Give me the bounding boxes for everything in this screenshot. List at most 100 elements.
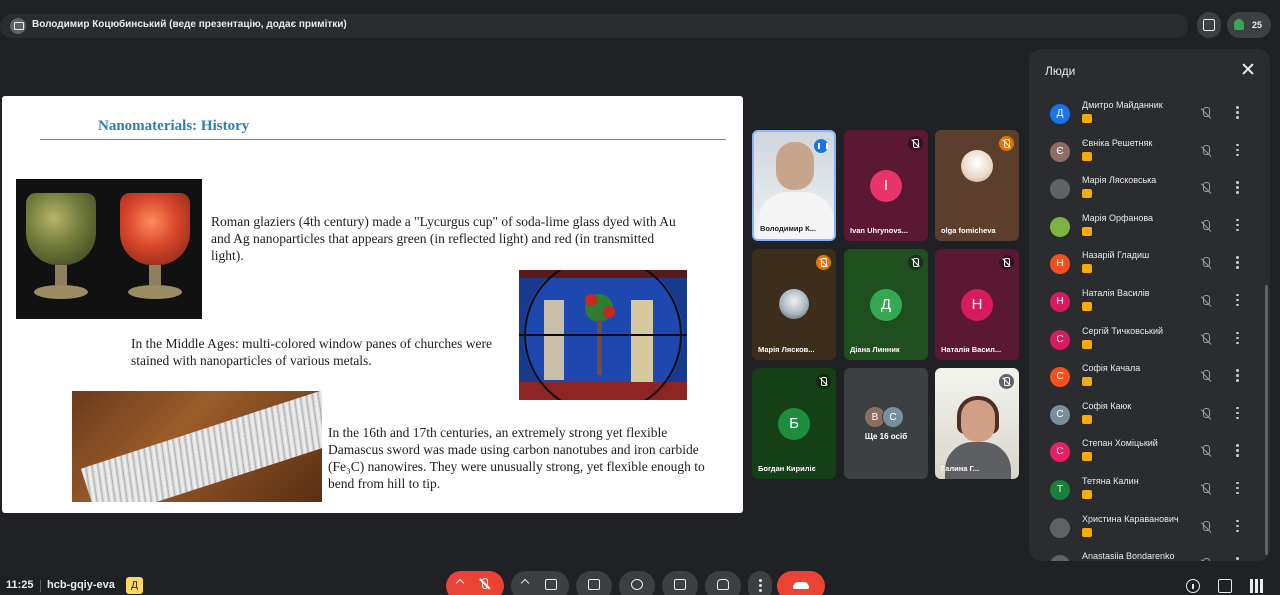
notes-badge-icon — [1082, 527, 1092, 537]
more-participants-label: Ще 16 осіб — [864, 432, 908, 441]
activities-icon[interactable] — [1250, 579, 1264, 593]
red-cup — [116, 193, 194, 305]
mic-off-icon[interactable] — [1200, 370, 1212, 383]
list-item[interactable]: С Софія Каюк — [1029, 396, 1270, 434]
notes-badge-icon — [1082, 377, 1092, 387]
mic-off-icon[interactable] — [1200, 257, 1212, 270]
avatar: Д — [870, 289, 902, 321]
list-item[interactable]: Є Євніка Решетняк — [1029, 133, 1270, 171]
participant-tile[interactable]: Марія Лясков... — [752, 249, 836, 360]
list-item[interactable]: Н Назарій Гладиш — [1029, 245, 1270, 283]
mic-off-icon[interactable] — [1200, 144, 1212, 158]
more-vert-icon[interactable] — [1235, 331, 1239, 346]
present-button[interactable] — [576, 571, 612, 595]
list-item[interactable]: Марія Лясковська — [1029, 170, 1270, 208]
list-item[interactable]: Д Дмитро Майданник — [1029, 95, 1270, 133]
participant-tile[interactable]: Б Богдан Кириліє — [752, 368, 836, 479]
microphone-button[interactable] — [446, 571, 504, 595]
more-vert-icon[interactable] — [1235, 481, 1239, 496]
list-item[interactable]: Н Наталія Василів — [1029, 283, 1270, 321]
mic-off-icon[interactable] — [1200, 219, 1212, 233]
more-vert-icon[interactable] — [1235, 143, 1239, 158]
participants-button[interactable]: 25 — [1227, 12, 1271, 38]
participant-count: 25 — [1252, 20, 1263, 30]
participant-name: Дмитро Майданник — [1082, 100, 1163, 110]
panel-title: Люди — [1045, 64, 1076, 78]
more-options-button[interactable] — [748, 571, 772, 595]
hand-icon — [717, 579, 729, 590]
participant-name: Богдан Кириліє — [758, 464, 816, 473]
notes-badge-icon — [1082, 489, 1092, 499]
reactions-button[interactable] — [619, 571, 655, 595]
more-vert-icon[interactable] — [1235, 444, 1239, 458]
list-item[interactable]: С Софія Качала — [1029, 358, 1270, 396]
chat-icon[interactable] — [1218, 579, 1232, 593]
list-item[interactable]: С Сергій Тичковський — [1029, 321, 1270, 359]
mic-off-icon[interactable] — [1200, 520, 1212, 534]
more-vert-icon[interactable] — [1235, 519, 1239, 534]
participant-name: Христина Караванович — [1082, 513, 1179, 524]
more-vert-icon[interactable] — [1235, 406, 1239, 421]
hang-up-icon — [793, 582, 809, 589]
avatar — [1050, 179, 1070, 200]
participant-name: Сергій Тичковський — [1082, 325, 1164, 336]
participant-name: Anastasiia Bondarenko — [1082, 551, 1175, 561]
mic-off-icon[interactable] — [1200, 332, 1212, 346]
raise-hand-button[interactable] — [705, 571, 741, 595]
participant-tile[interactable]: olga fomicheva — [935, 130, 1019, 241]
participant-name: Галина Г... — [941, 464, 980, 473]
more-vert-icon[interactable] — [1235, 557, 1239, 561]
more-vert-icon[interactable] — [1235, 293, 1239, 308]
chevron-up-icon — [520, 578, 530, 588]
more-vert-icon[interactable] — [1235, 256, 1239, 270]
participant-tile[interactable]: I Ivan Uhrynovs... — [844, 130, 928, 241]
presentation-icon — [10, 18, 26, 34]
more-participants-tile[interactable]: В С Ще 16 осіб — [844, 368, 928, 479]
mic-off-icon[interactable] — [1200, 407, 1212, 421]
participant-name: Наталія Василів — [1082, 287, 1150, 298]
lycurgus-cup-image — [16, 179, 202, 319]
avatar: С — [1050, 404, 1070, 425]
scrollbar[interactable] — [1265, 285, 1268, 555]
mic-off-icon[interactable] — [1200, 558, 1212, 561]
participant-video — [961, 400, 995, 442]
mic-off-icon[interactable] — [1200, 445, 1212, 458]
participant-tile[interactable]: Галина Г... — [935, 368, 1019, 479]
participant-video — [776, 142, 814, 190]
participant-tile[interactable]: Володимир К... — [752, 130, 836, 241]
more-vert-icon[interactable] — [1235, 106, 1239, 120]
notes-badge-icon — [1082, 151, 1092, 161]
list-item[interactable]: Anastasiia Bondarenko — [1029, 546, 1270, 561]
people-icon — [1234, 19, 1244, 30]
chevron-up-icon — [455, 578, 465, 588]
list-item[interactable]: С Степан Хоміцький — [1029, 433, 1270, 471]
hide-self-view-button[interactable] — [1197, 12, 1221, 38]
captions-button[interactable] — [662, 571, 698, 595]
avatar: Н — [1050, 254, 1070, 275]
slide-paragraph-middle-ages: In the Middle Ages: multi-colored window… — [131, 336, 493, 368]
leave-call-button[interactable] — [777, 571, 825, 595]
mic-off-icon[interactable] — [1200, 107, 1212, 120]
mic-off-icon[interactable] — [1200, 482, 1212, 496]
list-item[interactable]: Марія Орфанова — [1029, 208, 1270, 246]
participant-tile[interactable]: Д Діана Линник — [844, 249, 928, 360]
participant-tile[interactable]: Н Наталія Васил... — [935, 249, 1019, 360]
more-vert-icon[interactable] — [1235, 181, 1239, 195]
camera-button[interactable] — [511, 571, 569, 595]
mic-off-icon[interactable] — [1200, 182, 1212, 195]
sword-blade — [80, 391, 322, 502]
screen-off-icon — [1203, 19, 1215, 31]
avatar — [1050, 517, 1070, 538]
close-icon[interactable] — [1241, 62, 1255, 76]
participant-name: Марія Лясковська — [1082, 175, 1157, 186]
avatar: Н — [1050, 291, 1070, 312]
more-vert-icon[interactable] — [1235, 218, 1239, 233]
notes-badge-icon — [1082, 452, 1092, 462]
list-item[interactable]: Христина Караванович — [1029, 509, 1270, 547]
mic-off-icon[interactable] — [1200, 294, 1212, 308]
more-vert-icon[interactable] — [1235, 369, 1239, 383]
clock: 11:25 — [6, 579, 34, 591]
info-icon[interactable] — [1186, 579, 1200, 593]
list-item[interactable]: Т Тетяна Калин — [1029, 471, 1270, 509]
people-panel: Люди Д Дмитро Майданник Є Євніка Решетняк Ма… — [1029, 49, 1270, 561]
